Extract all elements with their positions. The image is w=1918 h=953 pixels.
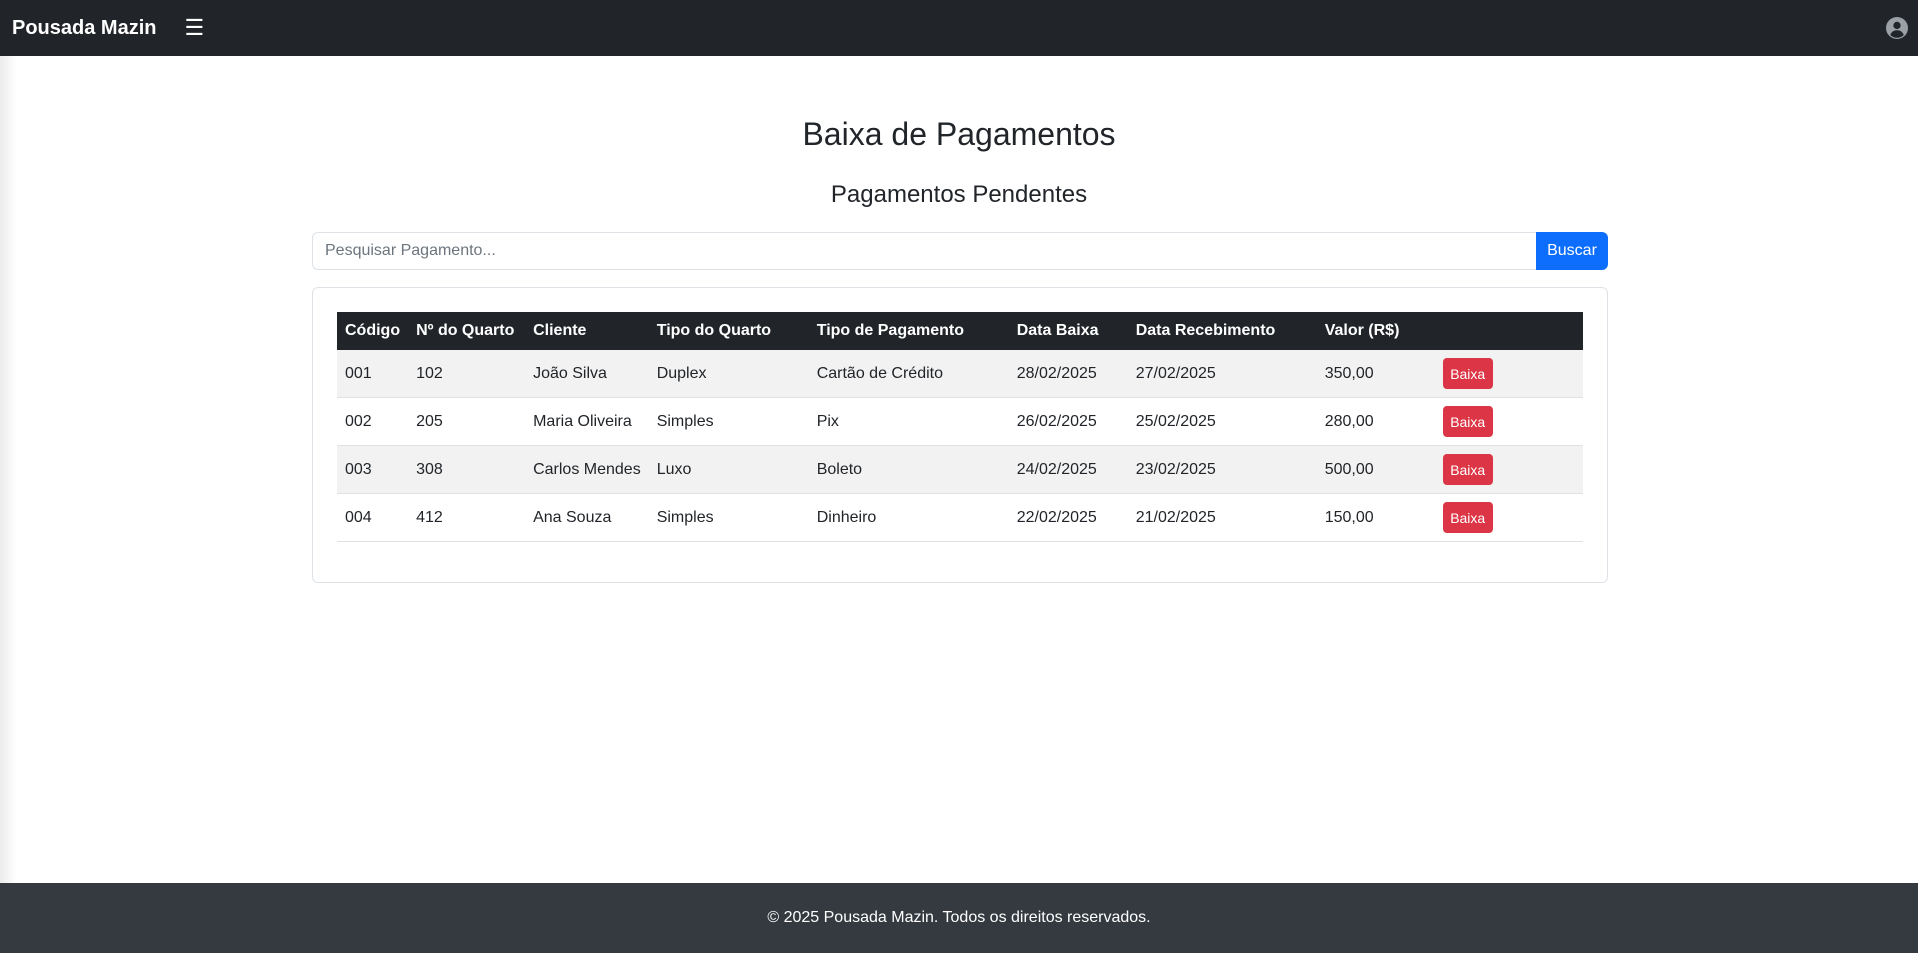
cell-codigo: 004 <box>337 493 409 542</box>
column-header-cliente: Cliente <box>533 322 587 339</box>
cell-codigo: 003 <box>337 445 409 494</box>
table-row: 002 205 Maria Oliveira Simples Pix 26/02… <box>337 397 1583 446</box>
hamburger-icon[interactable]: ☰ <box>184 17 204 39</box>
column-header-data-recebimento: Data Recebimento <box>1135 322 1276 339</box>
cell-action: Baixa <box>1434 493 1583 542</box>
search-input[interactable] <box>312 232 1536 270</box>
cell-data-baixa: 28/02/2025 <box>1008 350 1128 398</box>
cell-tipo-pagamento: Dinheiro <box>808 493 1009 542</box>
payments-table: Código Nº do Quarto Cliente Tipo do Quar… <box>337 312 1583 542</box>
cell-quarto: 205 <box>408 397 526 446</box>
column-header-tipo-quarto: Tipo do Quarto <box>656 322 772 339</box>
payments-card: Código Nº do Quarto Cliente Tipo do Quar… <box>312 287 1608 583</box>
baixa-button[interactable]: Baixa <box>1442 454 1493 485</box>
top-navbar: Pousada Mazin ☰ <box>0 0 1918 56</box>
page-footer: © 2025 Pousada Mazin. Todos os direitos … <box>0 883 1918 953</box>
table-row: 001 102 João Silva Duplex Cartão de Créd… <box>337 350 1583 398</box>
baixa-button[interactable]: Baixa <box>1442 502 1493 533</box>
column-header-action <box>1435 312 1583 350</box>
cell-tipo-quarto: Simples <box>648 493 809 542</box>
cell-action: Baixa <box>1434 445 1583 494</box>
brand-title[interactable]: Pousada Mazin <box>12 17 156 40</box>
column-header-tipo-pagamento: Tipo de Pagamento <box>816 322 964 339</box>
cell-cliente: Carlos Mendes <box>525 445 649 494</box>
cell-data-baixa: 24/02/2025 <box>1008 445 1128 494</box>
cell-valor: 500,00 <box>1316 445 1435 494</box>
column-header-data-baixa: Data Baixa <box>1016 322 1099 339</box>
cell-codigo: 001 <box>337 350 409 398</box>
cell-data-recebimento: 25/02/2025 <box>1127 397 1317 446</box>
cell-valor: 150,00 <box>1316 493 1435 542</box>
cell-data-recebimento: 27/02/2025 <box>1127 350 1317 398</box>
cell-codigo: 002 <box>337 397 409 446</box>
cell-tipo-pagamento: Pix <box>808 397 1009 446</box>
main-content: Baixa de Pagamentos Pagamentos Pendentes… <box>0 56 1918 883</box>
baixa-button[interactable]: Baixa <box>1442 358 1493 389</box>
baixa-button[interactable]: Baixa <box>1442 406 1493 437</box>
cell-tipo-pagamento: Cartão de Crédito <box>808 350 1009 398</box>
cell-data-baixa: 26/02/2025 <box>1008 397 1128 446</box>
cell-quarto: 412 <box>408 493 526 542</box>
cell-cliente: Ana Souza <box>525 493 649 542</box>
table-row: 004 412 Ana Souza Simples Dinheiro 22/02… <box>337 493 1583 542</box>
cell-valor: 280,00 <box>1316 397 1435 446</box>
cell-cliente: João Silva <box>525 350 649 398</box>
cell-tipo-quarto: Luxo <box>648 445 809 494</box>
column-header-quarto: Nº do Quarto <box>416 322 515 339</box>
column-header-codigo: Código <box>345 322 401 339</box>
user-circle-icon[interactable] <box>1886 17 1908 39</box>
cell-data-recebimento: 21/02/2025 <box>1127 493 1317 542</box>
table-header-row: Código Nº do Quarto Cliente Tipo do Quar… <box>337 312 1583 350</box>
cell-data-baixa: 22/02/2025 <box>1008 493 1128 542</box>
search-button[interactable]: Buscar <box>1536 232 1608 270</box>
cell-quarto: 308 <box>408 445 526 494</box>
cell-quarto: 102 <box>408 350 526 398</box>
cell-tipo-pagamento: Boleto <box>808 445 1009 494</box>
page-subtitle: Pagamentos Pendentes <box>830 181 1088 208</box>
table-row: 003 308 Carlos Mendes Luxo Boleto 24/02/… <box>337 445 1583 494</box>
cell-data-recebimento: 23/02/2025 <box>1127 445 1317 494</box>
column-header-valor: Valor (R$) <box>1324 322 1400 339</box>
cell-tipo-quarto: Duplex <box>648 350 809 398</box>
page-title: Baixa de Pagamentos <box>802 116 1116 152</box>
cell-cliente: Maria Oliveira <box>525 397 649 446</box>
cell-valor: 350,00 <box>1316 350 1435 398</box>
cell-action: Baixa <box>1434 350 1583 398</box>
search-bar: Buscar <box>312 232 1608 270</box>
cell-action: Baixa <box>1434 397 1583 446</box>
footer-text: © 2025 Pousada Mazin. Todos os direitos … <box>767 909 1151 926</box>
cell-tipo-quarto: Simples <box>648 397 809 446</box>
